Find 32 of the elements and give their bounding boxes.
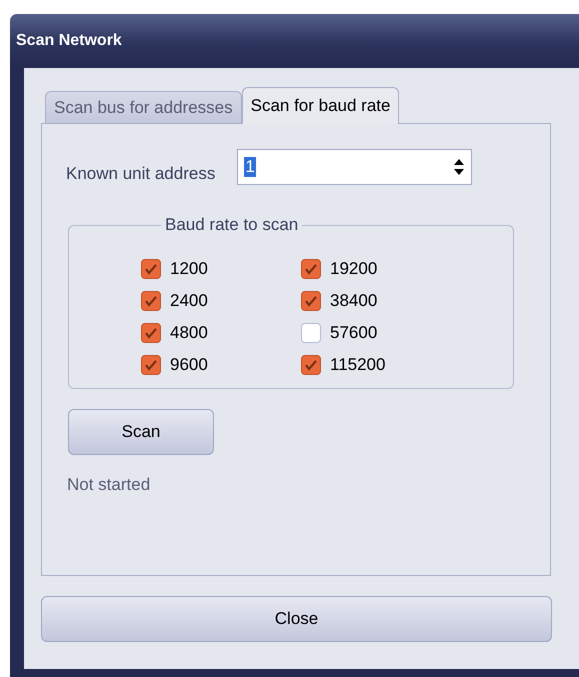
checkbox-label: 2400 [170,291,208,311]
checkbox[interactable] [301,291,321,311]
scan-button[interactable]: Scan [68,409,214,455]
checkbox-label: 4800 [170,323,208,343]
checkbox-label: 115200 [330,355,386,375]
field-label: Known unit address [66,164,216,184]
checkbox[interactable] [301,259,321,279]
address-spin-field[interactable]: 1 [237,149,472,185]
check-icon [305,263,317,275]
check-icon [145,359,157,371]
status-text: Not started [67,475,150,495]
checkbox[interactable] [141,259,161,279]
close-button[interactable]: Close [41,596,552,642]
check-icon [145,263,157,275]
checkbox-label: 38400 [330,291,378,311]
tab[interactable]: Scan bus for addresses [45,91,242,123]
checkbox[interactable] [301,323,321,343]
check-icon [305,295,317,307]
checkbox[interactable] [141,355,161,375]
group-title: Baud rate to scan [164,215,300,235]
checkbox[interactable] [141,323,161,343]
window-title: Scan Network [16,32,122,50]
checkbox-label: 9600 [170,355,208,375]
checkbox[interactable] [301,355,321,375]
checkbox-label: 19200 [330,259,378,279]
check-icon [145,327,157,339]
checkbox-label: 1200 [170,259,208,279]
check-icon [145,295,157,307]
check-icon [305,359,317,371]
checkbox[interactable] [141,291,161,311]
checkbox-label: 57600 [330,323,378,343]
tab[interactable]: Scan for baud rate [242,87,400,124]
